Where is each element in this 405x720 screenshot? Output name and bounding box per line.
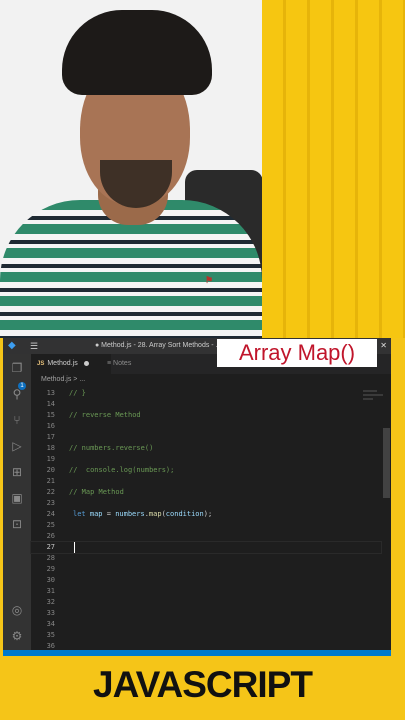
- line-number: 26: [46, 532, 55, 540]
- line-number: 19: [46, 455, 55, 463]
- code-line[interactable]: 27: [30, 541, 382, 554]
- code-line[interactable]: 19: [31, 454, 381, 465]
- tab-label: Notes: [113, 360, 132, 367]
- line-number: 33: [46, 609, 55, 617]
- footer-banner: JAVASCRIPT: [0, 656, 405, 720]
- line-number: 23: [46, 499, 55, 507]
- line-number: 35: [46, 631, 55, 639]
- line-code: // console.log(numbers);: [69, 466, 175, 474]
- line-number: 34: [46, 620, 55, 628]
- line-number: 14: [46, 400, 55, 408]
- source-control-icon[interactable]: ⑂: [9, 412, 25, 428]
- code-line[interactable]: 22 // Map Method: [31, 487, 381, 498]
- line-number: 20: [46, 466, 55, 474]
- code-line[interactable]: 30: [31, 575, 381, 586]
- line-number: 29: [46, 565, 55, 573]
- line-code: // numbers.reverse(): [69, 444, 154, 452]
- vscode-icon: ◆: [8, 340, 16, 351]
- line-code: // Map Method: [69, 488, 124, 496]
- line-number: 28: [46, 554, 55, 562]
- line-number: 13: [46, 389, 55, 397]
- remote-icon[interactable]: ▣: [9, 490, 25, 506]
- tab-method-js[interactable]: JS Method.js: [31, 354, 111, 374]
- menu-icon[interactable]: ☰: [30, 338, 38, 354]
- code-line[interactable]: 14: [31, 399, 381, 410]
- code-line[interactable]: 18 // numbers.reverse(): [31, 443, 381, 454]
- code-line[interactable]: 28: [31, 553, 381, 564]
- yellow-wall: [262, 0, 405, 338]
- scrollbar[interactable]: [383, 428, 390, 498]
- line-number: 27: [46, 543, 55, 551]
- line-number: 30: [46, 576, 55, 584]
- window-title: ● Method.js - 28. Array Sort Methods - .…: [95, 342, 222, 349]
- line-number: 21: [46, 477, 55, 485]
- vscode-window: ◆ ☰ ● Method.js - 28. Array Sort Methods…: [3, 338, 391, 656]
- line-number: 16: [46, 422, 55, 430]
- search-icon[interactable]: ⚲: [9, 386, 25, 402]
- line-code: // reverse Method: [69, 411, 141, 419]
- terminal-icon[interactable]: ⊡: [9, 516, 25, 532]
- line-number: 22: [46, 488, 55, 496]
- shirt-logo: ⚑: [204, 275, 214, 285]
- tab-label: Method.js: [47, 360, 78, 367]
- run-debug-icon[interactable]: ▷: [9, 438, 25, 454]
- code-line[interactable]: 35: [31, 630, 381, 641]
- code-line[interactable]: 25: [31, 520, 381, 531]
- code-line[interactable]: 15 // reverse Method: [31, 410, 381, 421]
- line-number: 31: [46, 587, 55, 595]
- footer-title: JAVASCRIPT: [93, 664, 313, 705]
- code-line[interactable]: 26: [31, 531, 381, 542]
- code-line[interactable]: 21: [31, 476, 381, 487]
- code-line[interactable]: 32: [31, 597, 381, 608]
- code-line[interactable]: 24 let map = numbers.map(condition);: [31, 509, 381, 520]
- line-number: 17: [46, 433, 55, 441]
- code-line[interactable]: 34: [31, 619, 381, 630]
- code-line[interactable]: 20 // console.log(numbers);: [31, 465, 381, 476]
- line-code: let map = numbers.map(condition);: [73, 510, 213, 518]
- line-number: 25: [46, 521, 55, 529]
- activity-bar: ❐ 1 ⚲ ⑂ ▷ ⊞ ▣ ⊡ ◎ ⚙: [3, 354, 31, 656]
- code-line[interactable]: 33: [31, 608, 381, 619]
- video-frame: ⚑: [0, 0, 405, 338]
- extensions-icon[interactable]: ⊞: [9, 464, 25, 480]
- unsaved-dot-icon[interactable]: [83, 360, 89, 366]
- tab-notes[interactable]: ≡ Notes: [101, 354, 167, 374]
- settings-gear-icon[interactable]: ⚙: [9, 628, 25, 644]
- line-number: 24: [46, 510, 55, 518]
- close-icon[interactable]: ✕: [380, 338, 387, 354]
- line-number: 15: [46, 411, 55, 419]
- code-line[interactable]: 29: [31, 564, 381, 575]
- right-strip: [391, 338, 405, 656]
- hair: [62, 10, 212, 95]
- breadcrumb[interactable]: Method.js > ...: [31, 374, 401, 386]
- code-line[interactable]: 13 // }: [31, 388, 381, 399]
- minimap[interactable]: [363, 388, 385, 408]
- js-file-icon: JS: [37, 361, 45, 367]
- code-line[interactable]: 17: [31, 432, 381, 443]
- code-line[interactable]: 16: [31, 421, 381, 432]
- line-number: 18: [46, 444, 55, 452]
- code-line[interactable]: 23: [31, 498, 381, 509]
- code-editor[interactable]: 13 // } 14 15 // reverse Method 16 17 18 // numb…: [30, 388, 391, 650]
- account-icon[interactable]: ◎: [9, 602, 25, 618]
- code-line[interactable]: 31: [31, 586, 381, 597]
- line-code: // }: [69, 389, 86, 397]
- explorer-icon[interactable]: ❐: [9, 360, 25, 376]
- text-cursor: [74, 542, 75, 553]
- overlay-title: Array Map(): [217, 339, 377, 367]
- presenter-photo: ⚑: [0, 0, 262, 338]
- line-number: 32: [46, 598, 55, 606]
